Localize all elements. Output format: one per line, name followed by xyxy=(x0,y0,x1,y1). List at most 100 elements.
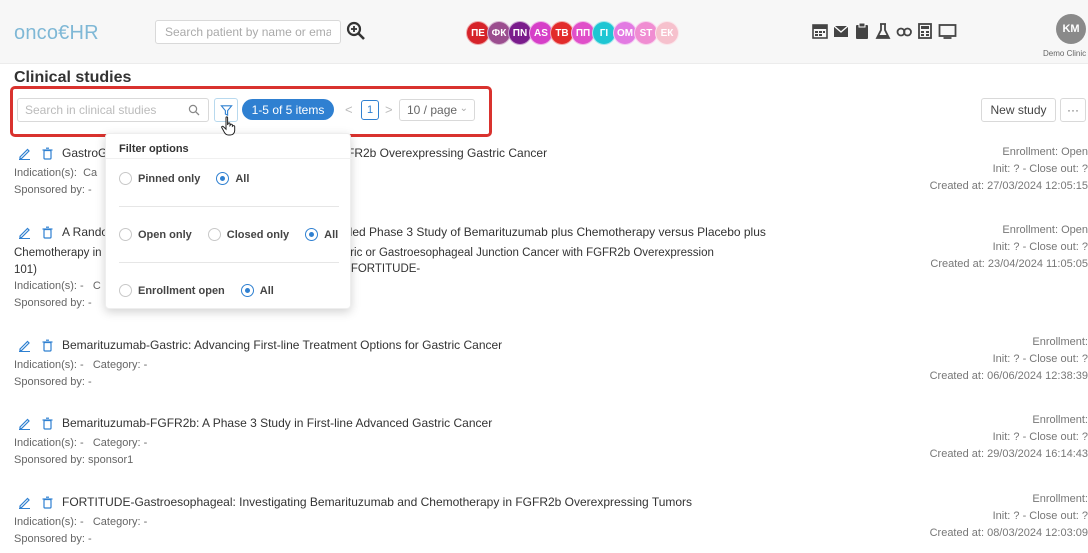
radio-label: Pinned only xyxy=(138,172,201,185)
microscope-icon[interactable] xyxy=(896,22,912,40)
status-filter-group: Open only Closed only All xyxy=(119,228,338,241)
filter-options-popover: Filter options Pinned only All Open only… xyxy=(105,133,352,309)
study-title[interactable]: GastroG xyxy=(62,146,107,160)
new-study-button[interactable]: New study xyxy=(981,98,1056,122)
radio-label: Open only xyxy=(138,228,192,241)
radio-closed-only[interactable]: Closed only xyxy=(207,228,290,241)
radio-enrollment-open[interactable]: Enrollment open xyxy=(119,284,225,297)
study-enrollment: Enrollment: xyxy=(1032,414,1088,426)
page-size-select[interactable]: 10 / page ⌄ xyxy=(399,99,475,121)
radio-dot xyxy=(119,172,132,185)
study-indication: Indication(s): - Category: - xyxy=(14,516,148,528)
items-count-badge: 1-5 of 5 items xyxy=(242,99,334,120)
search-icon[interactable] xyxy=(188,104,200,116)
radio-pinned-all[interactable]: All xyxy=(216,172,249,185)
patient-avatar-list: ПЕ ФК ПN AS ТВ ПП ГІ ОМ ST ЕК xyxy=(466,21,679,45)
study-title[interactable]: Bemarituzumab-FGFR2b: A Phase 3 Study in… xyxy=(62,416,492,430)
edit-icon[interactable] xyxy=(18,147,31,161)
radio-dot xyxy=(119,228,132,241)
delete-icon[interactable] xyxy=(41,147,54,160)
user-organization: Demo Clinic xyxy=(1043,49,1087,58)
study-created: Created at: 06/06/2024 12:38:39 xyxy=(929,370,1088,382)
radio-dot-selected xyxy=(240,284,254,297)
filter-icon xyxy=(219,104,233,116)
radio-label: Closed only xyxy=(226,228,290,241)
radio-open-only[interactable]: Open only xyxy=(119,228,192,241)
radio-label: All xyxy=(259,284,274,297)
radio-label: Enrollment open xyxy=(138,284,225,297)
radio-dot-selected xyxy=(305,228,319,241)
prev-page-button[interactable]: < xyxy=(345,102,353,117)
hand-cursor-icon xyxy=(221,116,236,136)
page-number-current[interactable]: 1 xyxy=(361,100,379,120)
study-init-close: Init: ? - Close out: ? xyxy=(992,431,1088,443)
study-created: Created at: 23/04/2024 11:05:05 xyxy=(930,258,1088,270)
edit-icon[interactable] xyxy=(18,417,31,431)
study-indication: Indication(s): xyxy=(14,167,77,179)
study-category: C xyxy=(92,280,101,292)
clipboard-icon[interactable] xyxy=(854,22,870,40)
enrollment-filter-group: Enrollment open All xyxy=(119,284,274,297)
study-enrollment: Enrollment: xyxy=(1032,336,1088,348)
study-enrollment: Enrollment: Open xyxy=(1002,224,1088,236)
pinned-filter-group: Pinned only All xyxy=(119,172,249,185)
radio-dot-selected xyxy=(216,172,230,185)
study-created: Created at: 27/03/2024 12:05:15 xyxy=(929,180,1088,192)
radio-dot xyxy=(119,284,132,297)
app-logo[interactable]: onco€HR xyxy=(14,22,99,45)
delete-icon[interactable] xyxy=(41,496,54,509)
study-indication: Indication(s): - Category: - xyxy=(14,437,148,449)
study-sponsor: Sponsored by: sponsor1 xyxy=(14,454,134,466)
study-sponsor: Sponsored by: - xyxy=(14,533,92,545)
tool-icons xyxy=(812,22,957,40)
study-title-tail[interactable]: lled Phase 3 Study of Bemarituzumab plus… xyxy=(347,225,766,239)
filter-popover-title: Filter options xyxy=(119,143,189,155)
divider xyxy=(119,206,339,207)
study-init-close: Init: ? - Close out: ? xyxy=(992,241,1088,253)
chevron-down-icon: ⌄ xyxy=(459,103,468,114)
edit-icon[interactable] xyxy=(18,496,31,510)
study-enrollment: Enrollment: Open xyxy=(1002,146,1088,158)
calculator-icon[interactable] xyxy=(917,22,933,40)
study-created: Created at: 08/03/2024 12:03:09 xyxy=(929,527,1088,539)
divider xyxy=(119,262,339,263)
page-size-value: 10 / page xyxy=(407,103,458,117)
patient-search-input[interactable] xyxy=(155,20,341,44)
study-sponsor: Sponsored by: - xyxy=(14,376,92,388)
study-title[interactable]: Bemarituzumab-Gastric: Advancing First-l… xyxy=(62,338,502,352)
study-indication: Indication(s): - xyxy=(14,280,84,292)
next-page-button[interactable]: > xyxy=(385,102,393,117)
study-created: Created at: 29/03/2024 16:14:43 xyxy=(929,448,1088,460)
study-search-box xyxy=(17,98,209,122)
radio-pinned-only[interactable]: Pinned only xyxy=(119,172,200,185)
patient-avatar[interactable]: ЕК xyxy=(655,21,679,45)
mail-icon[interactable] xyxy=(833,22,849,40)
study-title-tail[interactable]: FR2b Overexpressing Gastric Cancer xyxy=(347,146,547,160)
study-init-close: Init: ? - Close out: ? xyxy=(992,510,1088,522)
study-init-close: Init: ? - Close out: ? xyxy=(992,163,1088,175)
flask-icon[interactable] xyxy=(875,22,891,40)
edit-icon[interactable] xyxy=(18,339,31,353)
delete-icon[interactable] xyxy=(41,417,54,430)
radio-label: All xyxy=(324,228,339,241)
monitor-icon[interactable] xyxy=(938,22,957,40)
delete-icon[interactable] xyxy=(41,226,54,239)
page-title: Clinical studies xyxy=(14,69,132,86)
zoom-search-icon[interactable] xyxy=(346,21,366,41)
top-bar: onco€HR ПЕФКПNASТВППГІОМSTЕК KM Demo Cli… xyxy=(0,0,1088,64)
study-category: Ca xyxy=(83,167,98,179)
more-options-button[interactable]: ··· xyxy=(1060,98,1086,122)
study-indication: Indication(s): - Category: - xyxy=(14,359,148,371)
radio-label: All xyxy=(235,172,250,185)
study-title[interactable]: A Rando xyxy=(62,225,108,239)
study-title[interactable]: FORTITUDE-Gastroesophageal: Investigatin… xyxy=(62,495,692,509)
study-search-input[interactable] xyxy=(18,99,178,121)
radio-status-all[interactable]: All xyxy=(305,228,338,241)
user-avatar[interactable]: KM xyxy=(1056,14,1086,44)
radio-enrollment-all[interactable]: All xyxy=(240,284,274,297)
divider xyxy=(106,158,352,159)
delete-icon[interactable] xyxy=(41,339,54,352)
study-sponsor: Sponsored by: - xyxy=(14,184,92,196)
edit-icon[interactable] xyxy=(18,226,31,240)
calendar-icon[interactable] xyxy=(812,22,828,40)
